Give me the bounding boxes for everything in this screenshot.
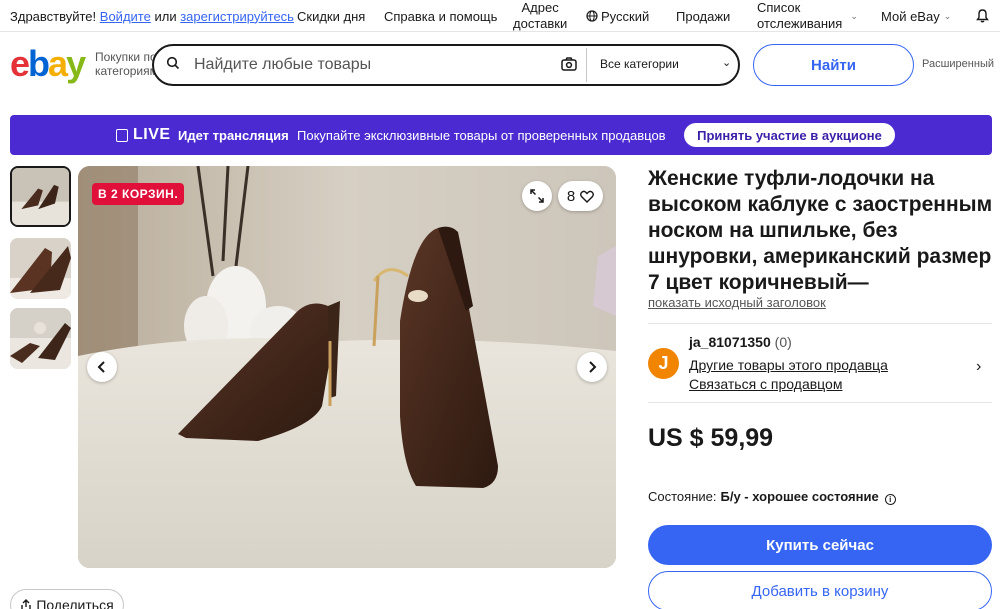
logo-letter-b: b	[28, 43, 50, 84]
shopping-bag-icon	[116, 128, 128, 142]
logo-letter-e: e	[10, 43, 30, 84]
category-select[interactable]: Все категории	[600, 57, 679, 71]
register-link[interactable]: зарегистрируйтесь	[180, 9, 294, 24]
chevron-right-icon	[589, 361, 597, 373]
condition-value: Б/у - хорошее состояние	[720, 489, 879, 504]
heart-icon	[580, 190, 595, 203]
condition-label: Состояние:	[648, 489, 717, 504]
thumbnail-2[interactable]	[10, 238, 71, 299]
seller-info: ja_81071350 (0)	[689, 334, 792, 350]
shop-by-category-button[interactable]: Покупки по категориям	[95, 50, 157, 78]
share-icon	[21, 598, 32, 609]
language-selector[interactable]: Русский	[586, 0, 649, 32]
logo-letter-y: y	[66, 43, 86, 84]
seller-other-items-link[interactable]: Другие товары этого продавца	[689, 357, 888, 373]
notification-bell-icon[interactable]	[976, 0, 989, 32]
ebay-logo[interactable]: ebay	[10, 43, 86, 84]
chevron-left-icon	[97, 361, 105, 373]
live-auction-banner: LIVE Идет трансляция Покупайте эксклюзив…	[10, 115, 992, 155]
chevron-down-icon: ⌄	[850, 11, 858, 21]
search-input[interactable]	[194, 54, 554, 76]
divider	[648, 323, 992, 324]
sell-link[interactable]: Продажи	[676, 0, 730, 32]
chevron-right-icon[interactable]: ›	[976, 358, 981, 376]
globe-icon	[586, 10, 598, 22]
shoe-photo	[78, 166, 616, 568]
share-button[interactable]: Поделиться	[10, 589, 124, 609]
camera-search-icon[interactable]	[560, 55, 578, 73]
in-carts-badge: В 2 КОРЗИН.	[92, 183, 185, 205]
live-text: LIVE	[133, 126, 171, 143]
join-auction-button[interactable]: Принять участие в аукционе	[684, 123, 895, 147]
live-label: LIVE	[116, 126, 171, 144]
share-label: Поделиться	[36, 597, 114, 609]
watchlist-line1: Список	[757, 0, 801, 15]
seller-avatar[interactable]: J	[648, 348, 679, 379]
main-product-image[interactable]	[78, 166, 616, 568]
next-image-button[interactable]	[577, 352, 607, 382]
sign-in-link[interactable]: Войдите	[100, 9, 151, 24]
ship-to-button[interactable]: Адрес доставки	[513, 0, 567, 32]
add-to-cart-button[interactable]: Добавить в корзину	[648, 571, 992, 609]
chevron-down-icon: ⌄	[722, 57, 732, 69]
show-original-title-link[interactable]: показать исходный заголовок	[648, 295, 826, 310]
advanced-search-link[interactable]: Расширенный	[922, 58, 994, 70]
watchlist-button[interactable]: Список отслеживания ⌄	[757, 0, 858, 32]
ship-to-line2: доставки	[513, 16, 568, 31]
banner-text: Покупайте эксклюзивные товары от провере…	[297, 128, 666, 143]
expand-icon	[530, 189, 544, 203]
expand-image-button[interactable]	[522, 181, 552, 211]
streaming-label: Идет трансляция	[178, 128, 289, 143]
language-label: Русский	[601, 8, 650, 24]
search-bar: Все категории ⌄	[152, 44, 740, 86]
watch-button[interactable]: 8	[558, 181, 603, 211]
divider	[648, 402, 992, 403]
item-price: US $ 59,99	[648, 424, 774, 452]
search-divider	[586, 48, 587, 82]
daily-deals-link[interactable]: Скидки дня	[297, 0, 365, 32]
or-text: или	[154, 8, 177, 24]
thumbnail-1[interactable]	[10, 166, 71, 227]
greeting: Здравствуйте! Войдите или зарегистрируйт…	[10, 0, 294, 32]
thumbnail-3[interactable]	[10, 308, 71, 369]
info-icon[interactable]: i	[884, 494, 896, 505]
seller-name-link[interactable]: ja_81071350	[689, 334, 771, 350]
search-button[interactable]: Найти	[753, 44, 914, 86]
seller-feedback-count[interactable]: (0)	[775, 334, 792, 350]
logo-letter-a: a	[48, 43, 68, 84]
search-icon	[166, 56, 180, 73]
chevron-down-icon: ⌄	[943, 10, 952, 21]
watch-count: 8	[566, 187, 576, 205]
buy-now-button[interactable]: Купить сейчас	[648, 525, 992, 565]
my-ebay-label: Мой eBay	[881, 8, 940, 24]
item-title: Женские туфли-лодочки на высоком каблуке…	[648, 167, 993, 294]
my-ebay-button[interactable]: Мой eBay ⌄	[881, 0, 951, 32]
ship-to-line1: Адрес	[521, 0, 559, 15]
help-contact-link[interactable]: Справка и помощь	[384, 0, 497, 32]
contact-seller-link[interactable]: Связаться с продавцом	[689, 376, 842, 392]
item-condition: Состояние: Б/у - хорошее состояние i	[648, 489, 896, 505]
watchlist-line2: отслеживания	[757, 16, 843, 31]
top-navigation-bar: Здравствуйте! Войдите или зарегистрируйт…	[0, 0, 1000, 32]
previous-image-button[interactable]	[87, 352, 117, 382]
greeting-text: Здравствуйте!	[10, 8, 97, 24]
